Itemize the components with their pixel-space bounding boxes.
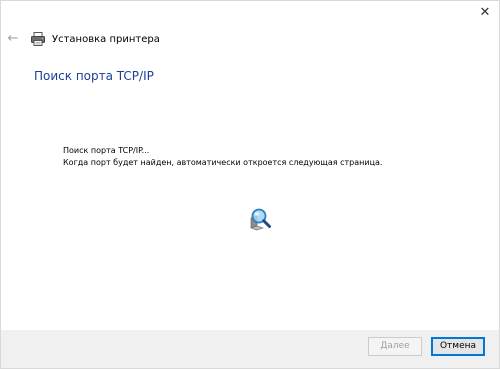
- printer-wizard-window: ✕ ← Установка принтера Поиск порта TCP/I…: [0, 0, 500, 369]
- back-button[interactable]: ←: [5, 31, 21, 47]
- page-heading: Поиск порта TCP/IP: [34, 69, 154, 83]
- wizard-footer: Далее Отмена: [1, 330, 499, 368]
- status-text-searching: Поиск порта TCP/IP...: [63, 146, 150, 155]
- wizard-title: Установка принтера: [52, 33, 160, 45]
- back-arrow-icon: ←: [7, 31, 19, 46]
- cancel-button[interactable]: Отмена: [431, 337, 485, 356]
- close-button[interactable]: ✕: [477, 5, 493, 21]
- next-button[interactable]: Далее: [368, 337, 422, 356]
- wizard-header: Установка принтера: [30, 31, 160, 47]
- search-magnifier-icon: [250, 208, 271, 231]
- status-text-info: Когда порт будет найден, автоматически о…: [63, 158, 383, 167]
- printer-icon: [31, 32, 45, 46]
- close-icon: ✕: [479, 5, 491, 20]
